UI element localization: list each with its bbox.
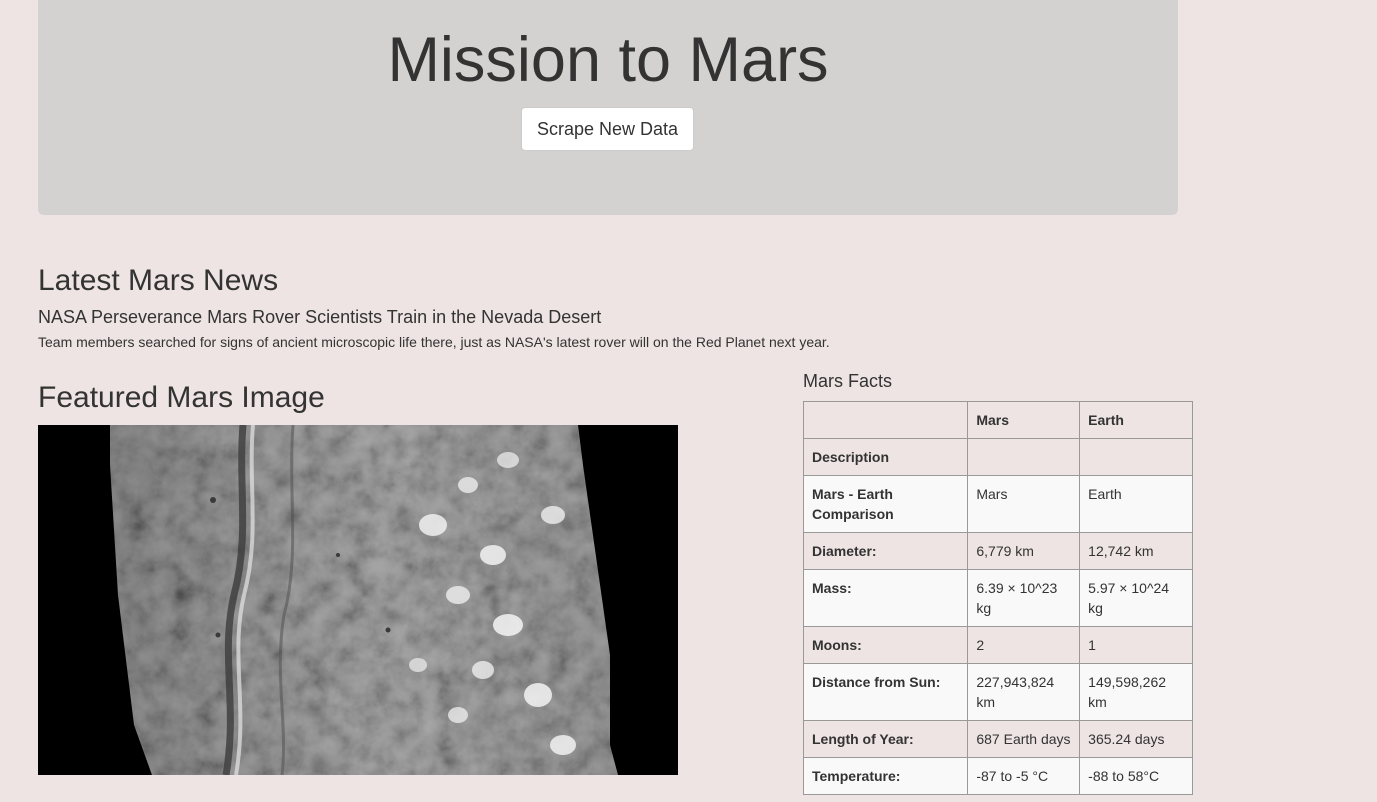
earth-value: -88 to 58°C: [1079, 757, 1193, 795]
row-label: Mass:: [802, 569, 969, 627]
latest-news-heading: Latest Mars News: [38, 264, 279, 297]
jumbotron: Mission to Mars Scrape New Data: [38, 0, 1178, 215]
featured-mars-image: [38, 425, 678, 775]
earth-value: 1: [1079, 626, 1193, 664]
table-row: Mass: 6.39 × 10^23 kg 5.97 × 10^24 kg: [802, 569, 1193, 627]
table-row: Length of Year: 687 Earth days 365.24 da…: [802, 720, 1193, 758]
earth-value: Earth: [1079, 475, 1193, 533]
featured-image-heading: Featured Mars Image: [38, 381, 325, 414]
mars-surface-image: [38, 425, 678, 775]
row-label: Moons:: [802, 626, 969, 664]
earth-value: 12,742 km: [1079, 532, 1193, 570]
row-label: Description: [802, 438, 969, 476]
row-label: Diameter:: [802, 532, 969, 570]
mars-value: 6.39 × 10^23 kg: [967, 569, 1081, 627]
earth-value: 365.24 days: [1079, 720, 1193, 758]
row-label: Mars - Earth Comparison: [802, 475, 969, 533]
news-title: NASA Perseverance Mars Rover Scientists …: [38, 307, 602, 327]
table-row: Description: [802, 438, 1193, 476]
table-row: Diameter: 6,779 km 12,742 km: [802, 532, 1193, 570]
table-row: Temperature: -87 to -5 °C -88 to 58°C: [802, 757, 1193, 795]
table-header-cell: [802, 401, 969, 439]
table-header-row: Mars Earth: [802, 401, 1193, 439]
page-title: Mission to Mars: [387, 25, 829, 95]
mars-facts-table: Mars Earth Description Mars - Earth Comp…: [802, 401, 1193, 795]
earth-value: 149,598,262 km: [1079, 663, 1193, 721]
table-header-cell: Earth: [1079, 401, 1193, 439]
mars-value: Mars: [967, 475, 1081, 533]
mars-value: 6,779 km: [967, 532, 1081, 570]
row-label: Temperature:: [802, 757, 969, 795]
table-header-cell: Mars: [967, 401, 1081, 439]
mars-value: 687 Earth days: [967, 720, 1081, 758]
earth-value: [1079, 438, 1193, 476]
news-teaser: Team members searched for signs of ancie…: [38, 334, 830, 350]
table-row: Moons: 2 1: [802, 626, 1193, 664]
mars-value: [967, 438, 1081, 476]
mars-value: 227,943,824 km: [967, 663, 1081, 721]
mars-facts-heading: Mars Facts: [803, 371, 893, 391]
row-label: Distance from Sun:: [802, 663, 969, 721]
table-row: Mars - Earth Comparison Mars Earth: [802, 475, 1193, 533]
scrape-new-data-button[interactable]: Scrape New Data: [521, 107, 694, 151]
row-label: Length of Year:: [802, 720, 969, 758]
earth-value: 5.97 × 10^24 kg: [1079, 569, 1193, 627]
table-row: Distance from Sun: 227,943,824 km 149,59…: [802, 663, 1193, 721]
mars-value: -87 to -5 °C: [967, 757, 1081, 795]
mars-value: 2: [967, 626, 1081, 664]
